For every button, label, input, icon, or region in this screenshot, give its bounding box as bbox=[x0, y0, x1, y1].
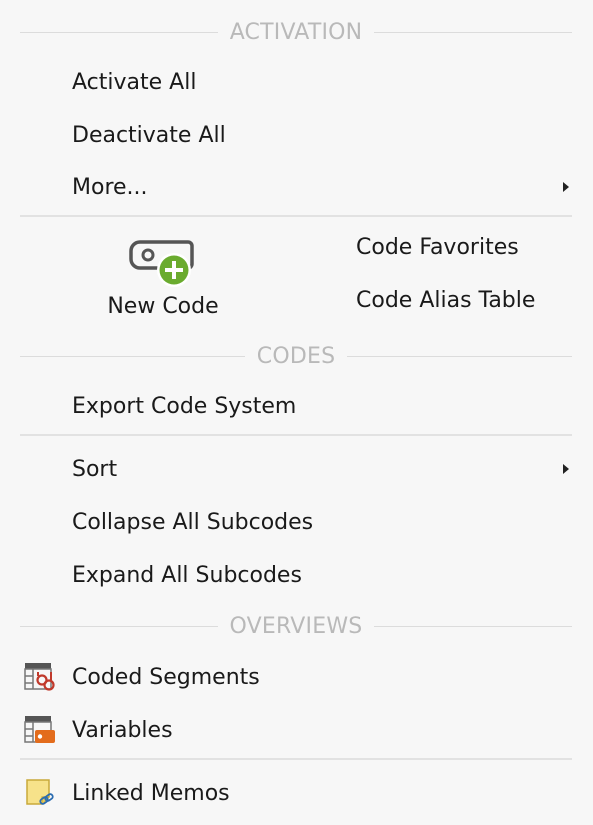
menu-item-more[interactable]: More... bbox=[0, 165, 593, 209]
menu-item-code-favorites[interactable]: Code Favorites bbox=[356, 235, 519, 260]
menu-item-label: Sort bbox=[72, 456, 118, 482]
divider bbox=[347, 355, 573, 357]
new-code-label: New Code bbox=[107, 294, 219, 319]
table-variables-icon bbox=[24, 716, 55, 743]
menu-item-label: Expand All Subcodes bbox=[72, 562, 302, 588]
section-header-activation: ACTIVATION bbox=[20, 17, 573, 47]
menu-item-label: Export Code System bbox=[72, 393, 297, 419]
menu-item-deactivate-all[interactable]: Deactivate All bbox=[0, 113, 593, 157]
separator bbox=[20, 434, 572, 436]
divider bbox=[374, 625, 573, 627]
menu-item-label: More... bbox=[72, 174, 148, 200]
separator bbox=[20, 758, 572, 760]
section-title: CODES bbox=[256, 343, 336, 369]
section-header-overviews: OVERVIEWS bbox=[20, 611, 573, 641]
tag-with-plus-icon bbox=[129, 240, 194, 287]
menu-item-sort[interactable]: Sort bbox=[0, 447, 593, 491]
menu-item-linked-memos[interactable]: Linked Memos bbox=[0, 771, 593, 815]
new-code-button[interactable]: New Code bbox=[96, 230, 230, 330]
section-header-codes: CODES bbox=[20, 341, 573, 371]
context-menu: ACTIVATION Activate All Deactivate All M… bbox=[0, 0, 593, 825]
divider bbox=[20, 625, 218, 627]
section-title: OVERVIEWS bbox=[229, 613, 363, 639]
section-title: ACTIVATION bbox=[229, 19, 363, 45]
menu-item-code-alias-table[interactable]: Code Alias Table bbox=[356, 288, 535, 313]
menu-item-label: Deactivate All bbox=[72, 122, 226, 148]
menu-item-label: Activate All bbox=[72, 69, 197, 95]
separator bbox=[20, 215, 572, 217]
menu-item-label: Collapse All Subcodes bbox=[72, 509, 314, 535]
divider bbox=[20, 355, 245, 357]
menu-item-label: Variables bbox=[72, 717, 173, 743]
submenu-arrow-icon bbox=[563, 182, 569, 192]
menu-item-collapse-all-subcodes[interactable]: Collapse All Subcodes bbox=[0, 500, 593, 544]
table-segments-icon bbox=[24, 663, 55, 691]
divider bbox=[374, 31, 573, 33]
menu-item-expand-all-subcodes[interactable]: Expand All Subcodes bbox=[0, 553, 593, 597]
menu-item-label: Linked Memos bbox=[72, 780, 230, 806]
memo-link-icon bbox=[26, 779, 54, 805]
menu-item-coded-segments[interactable]: Coded Segments bbox=[0, 655, 593, 699]
menu-item-label: Coded Segments bbox=[72, 664, 260, 690]
menu-item-activate-all[interactable]: Activate All bbox=[0, 60, 593, 104]
submenu-arrow-icon bbox=[563, 464, 569, 474]
menu-item-variables[interactable]: Variables bbox=[0, 708, 593, 752]
divider bbox=[20, 31, 218, 33]
menu-item-export-code-system[interactable]: Export Code System bbox=[0, 384, 593, 428]
